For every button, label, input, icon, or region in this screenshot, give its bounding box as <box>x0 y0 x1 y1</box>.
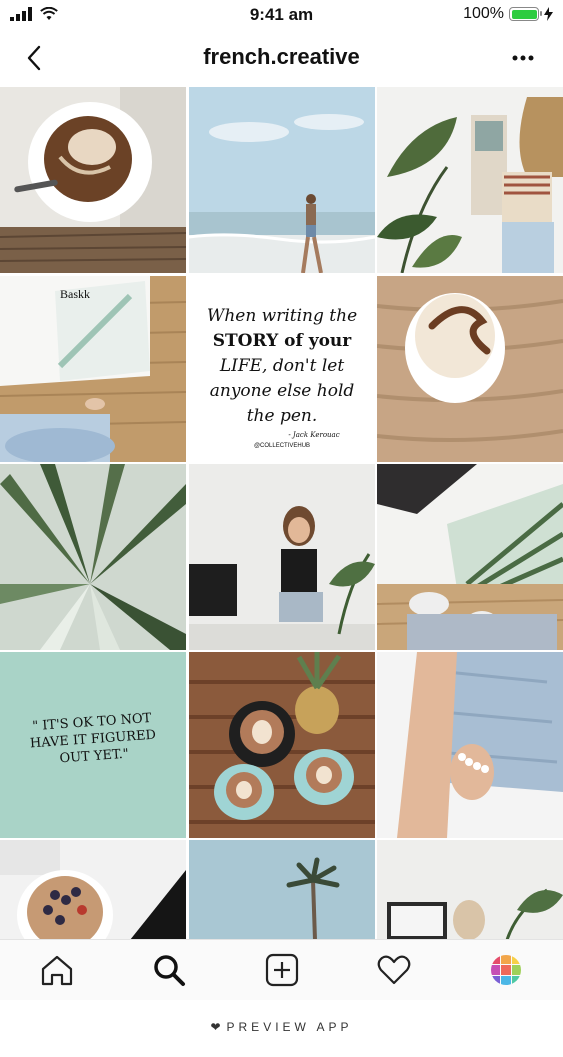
quote-figured-text: " IT'S OK TO NOT HAVE IT FIGURED OUT YET… <box>8 708 177 770</box>
add-post-icon <box>265 953 299 987</box>
grid-tile-denim-bracelet[interactable] <box>377 652 563 838</box>
quote-line: the pen. <box>246 406 318 426</box>
preview-app-icon <box>491 955 521 985</box>
tab-bar <box>0 939 563 1000</box>
status-bar: 9:41 am 100% <box>0 0 563 30</box>
more-dots-icon <box>512 55 534 61</box>
footer-text: PREVIEW APP <box>226 1020 353 1034</box>
quote-line: LIFE, don't let <box>219 356 345 376</box>
tab-add-post[interactable] <box>262 950 302 990</box>
footer-preview-app: ❤ PREVIEW APP <box>0 1020 563 1034</box>
battery-percent: 100% <box>463 5 504 22</box>
nav-bar: french.creative <box>0 30 563 86</box>
battery-icon <box>509 7 542 21</box>
grid-tile-beach[interactable] <box>189 87 375 273</box>
tab-activity[interactable] <box>374 950 414 990</box>
heart-icon <box>377 955 411 985</box>
more-options-button[interactable] <box>507 44 539 72</box>
home-icon <box>41 955 73 986</box>
grid-tile-acai-bowl[interactable] <box>0 840 186 939</box>
quote-author: - Jack Kerouac <box>288 431 340 439</box>
grid-tile-quote-figured-out[interactable]: " IT'S OK TO NOT HAVE IT FIGURED OUT YET… <box>0 652 186 838</box>
quote-line: anyone else hold <box>209 381 355 401</box>
search-icon <box>154 955 185 986</box>
battery-fill <box>511 9 537 19</box>
quote-line: STORY of your <box>212 331 352 351</box>
tab-search[interactable] <box>149 950 189 990</box>
quote-handle: @COLLECTIVEHUB <box>253 443 311 449</box>
book-title: Baskk <box>60 287 90 301</box>
charging-bolt-icon <box>544 7 553 21</box>
grid-tile-book-reading[interactable]: Baskk <box>0 276 186 462</box>
grid-tile-palm-sky[interactable] <box>189 840 375 939</box>
grid-tile-coffee-latte[interactable] <box>0 87 186 273</box>
tab-home[interactable] <box>37 950 77 990</box>
page-title: french.creative <box>203 44 360 69</box>
grid-tile-laptop-feet[interactable] <box>377 464 563 650</box>
quote-story-text: When writing the STORY of your LIFE, don… <box>197 304 367 429</box>
grid-tile-palm-leaves[interactable] <box>0 464 186 650</box>
heart-small-icon: ❤ <box>210 1020 221 1034</box>
status-right: 100% <box>463 5 553 23</box>
tab-preview-app[interactable] <box>486 950 526 990</box>
grid-tile-woman-plant[interactable] <box>377 87 563 273</box>
grid-tile-quote-story[interactable]: When writing the STORY of your LIFE, don… <box>189 276 375 462</box>
grid-tile-coffee-cup-wood[interactable] <box>377 276 563 462</box>
grid-tile-woman-desk[interactable] <box>189 464 375 650</box>
quote-line: When writing the <box>206 306 358 326</box>
grid-tile-coffee-pineapple[interactable] <box>189 652 375 838</box>
photo-grid: Baskk When writing the STORY of your LIF… <box>0 87 563 939</box>
grid-tile-office-woman[interactable] <box>377 840 563 939</box>
